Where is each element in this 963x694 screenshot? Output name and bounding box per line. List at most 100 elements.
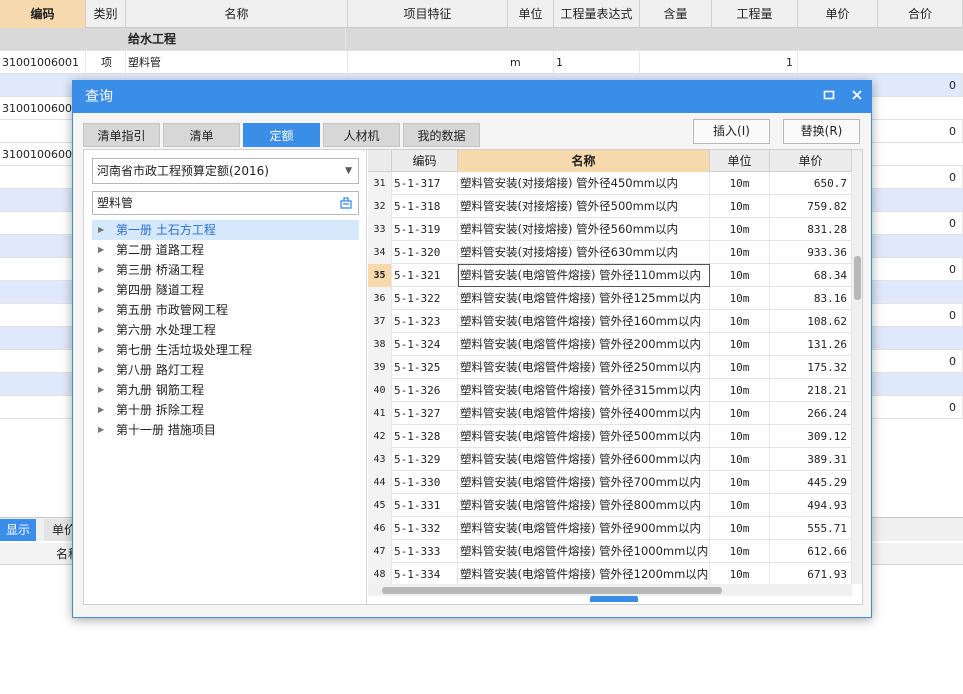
col-header-index: [368, 150, 392, 172]
table-row[interactable]: 44 5-1-330 塑料管安装(电熔管件熔接) 管外径700mm以内 10m 445.…: [368, 471, 852, 494]
col-header-expr[interactable]: 工程量表达式: [554, 0, 640, 28]
expand-arrow-icon[interactable]: ▶: [98, 220, 104, 240]
quota-unit: 10m: [710, 195, 770, 218]
table-row[interactable]: 33 5-1-319 塑料管安装(对接熔接) 管外径560mm以内 10m 831.28: [368, 218, 852, 241]
table-row[interactable]: 32 5-1-318 塑料管安装(对接熔接) 管外径500mm以内 10m 759.82: [368, 195, 852, 218]
table-row[interactable]: 38 5-1-324 塑料管安装(电熔管件熔接) 管外径200mm以内 10m 131.…: [368, 333, 852, 356]
col-header-quota-name[interactable]: 名称: [458, 150, 710, 172]
quota-price: 831.28: [770, 218, 852, 241]
expand-arrow-icon[interactable]: ▶: [98, 380, 104, 400]
chevron-down-icon[interactable]: ▼: [345, 159, 352, 183]
table-row[interactable]: 31 5-1-317 塑料管安装(对接熔接) 管外径450mm以内 10m 650.7: [368, 172, 852, 195]
search-filter-icon[interactable]: [338, 195, 354, 211]
row-index: 48: [368, 563, 392, 586]
expand-arrow-icon[interactable]: ▶: [98, 420, 104, 440]
row-index: 47: [368, 540, 392, 563]
tab-list-guide[interactable]: 清单指引: [83, 123, 160, 147]
col-header-feature[interactable]: 项目特征: [348, 0, 508, 28]
quota-code: 5-1-328: [392, 425, 458, 448]
table-row[interactable]: 43 5-1-329 塑料管安装(电熔管件熔接) 管外径600mm以内 10m 389.…: [368, 448, 852, 471]
collapse-handle[interactable]: [590, 596, 638, 602]
table-row[interactable]: 34 5-1-320 塑料管安装(对接熔接) 管外径630mm以内 10m 933.36: [368, 241, 852, 264]
dialog-title-bar[interactable]: 查询: [73, 81, 871, 113]
col-header-type[interactable]: 类别: [86, 0, 126, 28]
tree-item[interactable]: ▶ 第三册 桥涵工程: [92, 260, 359, 280]
scroll-thumb[interactable]: [854, 256, 861, 300]
row-index: 35: [368, 264, 392, 287]
quota-library-select[interactable]: 河南省市政工程预算定额(2016) ▼: [92, 158, 359, 184]
col-header-quota-code[interactable]: 编码: [392, 150, 458, 172]
col-header-unit[interactable]: 单位: [508, 0, 554, 28]
close-icon[interactable]: [847, 87, 867, 107]
expand-arrow-icon[interactable]: ▶: [98, 360, 104, 380]
col-header-content[interactable]: 含量: [640, 0, 712, 28]
col-header-name[interactable]: 名称: [126, 0, 348, 28]
table-row[interactable]: 47 5-1-333 塑料管安装(电熔管件熔接) 管外径1000mm以内 10m 612…: [368, 540, 852, 563]
search-input[interactable]: 塑料管: [92, 191, 359, 215]
tree-item[interactable]: ▶ 第十册 拆除工程: [92, 400, 359, 420]
maximize-icon[interactable]: [819, 87, 839, 107]
tree-item[interactable]: ▶ 第一册 土石方工程: [92, 220, 359, 240]
item-row[interactable]: 31001006001 项 塑料管 m 1 1: [0, 51, 963, 74]
group-row[interactable]: 给水工程: [0, 28, 963, 51]
tree-item[interactable]: ▶ 第七册 生活垃圾处理工程: [92, 340, 359, 360]
col-header-qty[interactable]: 工程量: [712, 0, 798, 28]
expand-arrow-icon[interactable]: ▶: [98, 300, 104, 320]
expand-arrow-icon[interactable]: ▶: [98, 260, 104, 280]
table-row[interactable]: 36 5-1-322 塑料管安装(电熔管件熔接) 管外径125mm以内 10m 83.1…: [368, 287, 852, 310]
table-row[interactable]: 46 5-1-332 塑料管安装(电熔管件熔接) 管外径900mm以内 10m 555.…: [368, 517, 852, 540]
col-header-quota-price[interactable]: 单价: [770, 150, 852, 172]
dialog-title: 查询: [85, 89, 113, 105]
table-row[interactable]: 42 5-1-328 塑料管安装(电熔管件熔接) 管外径500mm以内 10m 309.…: [368, 425, 852, 448]
quota-unit: 10m: [710, 402, 770, 425]
tree-item[interactable]: ▶ 第二册 道路工程: [92, 240, 359, 260]
quota-unit: 10m: [710, 563, 770, 586]
vertical-scrollbar[interactable]: [852, 150, 862, 584]
tree-item[interactable]: ▶ 第十一册 措施项目: [92, 420, 359, 440]
table-row[interactable]: 35 5-1-321 塑料管安装(电熔管件熔接) 管外径110mm以内 10m 68.3…: [368, 264, 852, 287]
table-row[interactable]: 45 5-1-331 塑料管安装(电熔管件熔接) 管外径800mm以内 10m 494.…: [368, 494, 852, 517]
quota-price: 175.32: [770, 356, 852, 379]
table-row[interactable]: 39 5-1-325 塑料管安装(电熔管件熔接) 管外径250mm以内 10m 175.…: [368, 356, 852, 379]
col-header-price[interactable]: 单价: [798, 0, 878, 28]
col-header-code[interactable]: 编码: [0, 0, 86, 28]
expand-arrow-icon[interactable]: ▶: [98, 280, 104, 300]
tree-item[interactable]: ▶ 第五册 市政管网工程: [92, 300, 359, 320]
tree-item[interactable]: ▶ 第四册 隧道工程: [92, 280, 359, 300]
search-value: 塑料管: [97, 196, 134, 210]
tab-quota[interactable]: 定额: [243, 123, 320, 147]
tree-item[interactable]: ▶ 第九册 钢筋工程: [92, 380, 359, 400]
table-row[interactable]: 40 5-1-326 塑料管安装(电熔管件熔接) 管外径315mm以内 10m 218.…: [368, 379, 852, 402]
insert-button[interactable]: 插入(I): [693, 119, 770, 144]
expand-arrow-icon[interactable]: ▶: [98, 320, 104, 340]
bg-total: 0: [872, 166, 963, 189]
tree-item[interactable]: ▶ 第六册 水处理工程: [92, 320, 359, 340]
quota-name: 塑料管安装(电熔管件熔接) 管外径315mm以内: [458, 379, 710, 402]
quota-price: 108.62: [770, 310, 852, 333]
tab-list[interactable]: 清单: [163, 123, 240, 147]
col-header-quota-unit[interactable]: 单位: [710, 150, 770, 172]
expand-arrow-icon[interactable]: ▶: [98, 340, 104, 360]
table-row[interactable]: 37 5-1-323 塑料管安装(电熔管件熔接) 管外径160mm以内 10m 108.…: [368, 310, 852, 333]
quota-name: 塑料管安装(电熔管件熔接) 管外径500mm以内: [458, 425, 710, 448]
bg-total: 0: [872, 74, 963, 97]
table-row[interactable]: 48 5-1-334 塑料管安装(电熔管件熔接) 管外径1200mm以内 10m 671…: [368, 563, 852, 586]
expand-arrow-icon[interactable]: ▶: [98, 400, 104, 420]
expand-arrow-icon[interactable]: ▶: [98, 240, 104, 260]
tab-labor-material[interactable]: 人材机: [323, 123, 400, 147]
background-grid-header: 编码 类别 名称 项目特征 单位 工程量表达式 含量 工程量 单价 合价: [0, 0, 963, 28]
table-row[interactable]: 41 5-1-327 塑料管安装(电熔管件熔接) 管外径400mm以内 10m 266.…: [368, 402, 852, 425]
replace-button[interactable]: 替换(R): [783, 119, 860, 144]
quota-code: 5-1-334: [392, 563, 458, 586]
quota-unit: 10m: [710, 218, 770, 241]
dialog-content-panel: 河南省市政工程预算定额(2016) ▼ 塑料管 ▶ 第一册 土石方工程 ▶ 第二册 …: [83, 149, 863, 605]
tree-item[interactable]: ▶ 第八册 路灯工程: [92, 360, 359, 380]
tab-my-data[interactable]: 我的数据: [403, 123, 480, 147]
row-index: 34: [368, 241, 392, 264]
bottom-tab-display[interactable]: 显示: [0, 519, 36, 541]
horizontal-scrollbar[interactable]: [368, 584, 852, 596]
row-index: 36: [368, 287, 392, 310]
scroll-thumb[interactable]: [382, 587, 722, 594]
col-header-total[interactable]: 合价: [878, 0, 963, 28]
quota-code: 5-1-324: [392, 333, 458, 356]
